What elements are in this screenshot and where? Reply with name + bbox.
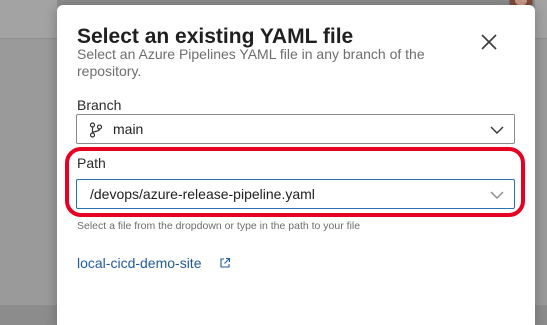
close-icon bbox=[481, 34, 497, 50]
select-yaml-dialog: Select an existing YAML file Select an A… bbox=[57, 5, 535, 325]
branch-value: main bbox=[113, 121, 144, 137]
dialog-subtitle: Select an Azure Pipelines YAML file in a… bbox=[77, 46, 425, 79]
repository-link[interactable]: local-cicd-demo-site bbox=[77, 255, 201, 271]
external-link-icon[interactable] bbox=[219, 257, 231, 269]
branch-dropdown[interactable]: main bbox=[76, 114, 515, 144]
background-app-left bbox=[0, 0, 57, 305]
background-app-header-left bbox=[0, 0, 57, 39]
chevron-down-icon bbox=[490, 126, 504, 134]
annotation-highlight-ring bbox=[65, 147, 525, 217]
background-app-header-right bbox=[535, 0, 547, 39]
close-button[interactable] bbox=[476, 29, 502, 55]
branch-label: Branch bbox=[77, 97, 122, 113]
path-hint: Select a file from the dropdown or type … bbox=[77, 220, 361, 232]
background-app-right bbox=[535, 0, 547, 305]
branch-icon bbox=[89, 122, 103, 138]
